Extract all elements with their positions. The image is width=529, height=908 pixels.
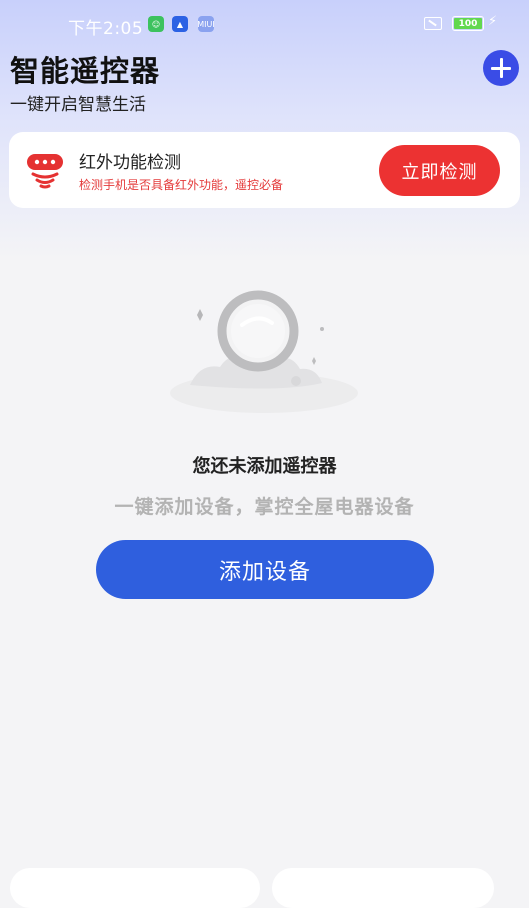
ir-check-title: 红外功能检测: [79, 153, 181, 173]
detect-now-button[interactable]: 立即检测: [379, 145, 500, 196]
page-title: 智能遥控器: [10, 54, 161, 88]
status-time: 下午2:05: [68, 19, 144, 39]
empty-state-title: 您还未添加遥控器: [192, 456, 337, 477]
miui-icon-text: MIUI: [197, 19, 215, 29]
add-device-button[interactable]: 添加设备: [96, 540, 434, 599]
plus-icon-vertical: [499, 58, 503, 78]
charging-icon: ⚡: [488, 14, 498, 29]
status-bar: 下午2:05 ☺ ▲ MIUI 100 ⚡: [0, 0, 529, 48]
bottom-nav-card-right[interactable]: [272, 868, 494, 908]
miui-icon: MIUI: [197, 16, 215, 32]
empty-remote-illustration: [170, 290, 358, 413]
battery-icon: 100: [452, 16, 484, 31]
alipay-icon: ▲: [172, 16, 188, 32]
add-remote-button[interactable]: [483, 50, 519, 86]
no-sim-icon: [424, 17, 442, 30]
page-subtitle: 一键开启智慧生活: [10, 95, 146, 115]
wechat-icon: ☺: [148, 16, 164, 32]
ir-check-card: 红外功能检测 检测手机是否具备红外功能，遥控必备 立即检测: [9, 132, 520, 208]
bottom-nav-card-left[interactable]: [10, 868, 260, 908]
battery-level: 100: [458, 18, 478, 29]
infrared-icon: [27, 154, 63, 189]
ir-check-description: 检测手机是否具备红外功能，遥控必备: [79, 178, 284, 192]
empty-state-description: 一键添加设备，掌控全屋电器设备: [114, 496, 415, 518]
